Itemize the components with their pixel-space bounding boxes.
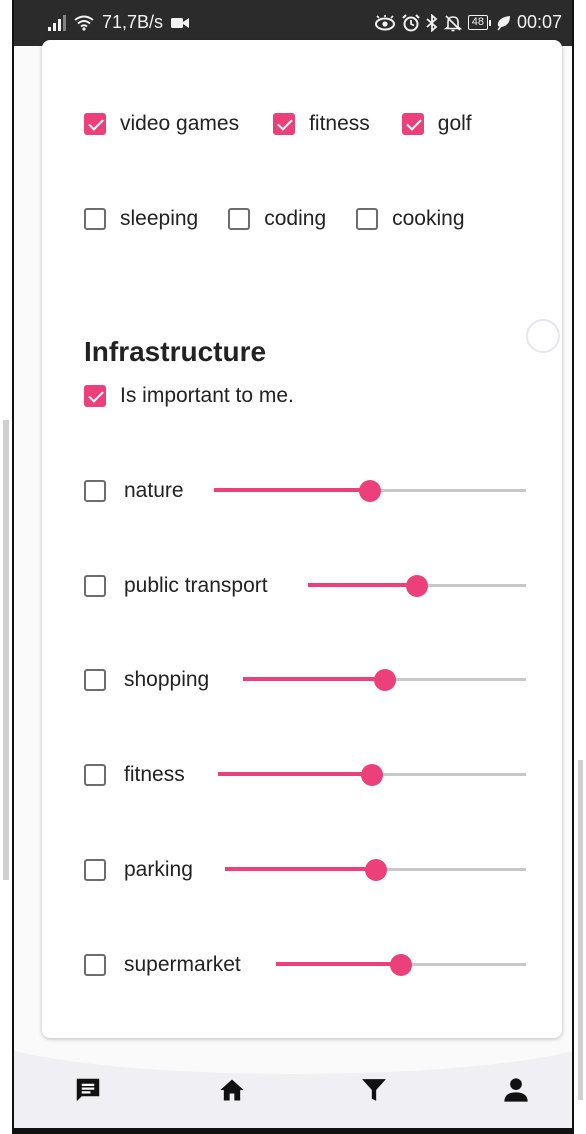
important-checkbox[interactable] bbox=[84, 385, 106, 407]
infrastructure-label: shopping bbox=[124, 668, 210, 691]
importance-slider[interactable] bbox=[214, 479, 526, 503]
slider-active-track bbox=[225, 867, 376, 871]
hobby-checkbox[interactable] bbox=[84, 113, 106, 135]
hobby-label: golf bbox=[437, 112, 472, 135]
infrastructure-label: supermarket bbox=[124, 953, 241, 976]
preferences-card: video games fitness golf sleeping coding bbox=[42, 40, 562, 1038]
important-label: Is important to me. bbox=[120, 384, 294, 407]
hobby-row-1: video games fitness golf bbox=[84, 112, 472, 136]
slider-active-track bbox=[276, 962, 401, 966]
infrastructure-label: parking bbox=[124, 858, 193, 881]
hobby-label: sleeping bbox=[120, 207, 199, 230]
infrastructure-checkbox[interactable] bbox=[84, 575, 106, 597]
bottom-navigation bbox=[14, 1044, 572, 1128]
hobby-label: fitness bbox=[309, 112, 370, 135]
bluetooth-icon bbox=[426, 13, 438, 32]
status-time: 00:07 bbox=[516, 12, 562, 32]
eye-icon bbox=[374, 14, 395, 30]
hobby-label: coding bbox=[264, 207, 327, 230]
importance-slider[interactable] bbox=[308, 574, 526, 598]
nav-background-curve bbox=[14, 1044, 572, 1074]
importance-slider[interactable] bbox=[225, 858, 526, 882]
slider-thumb[interactable] bbox=[390, 954, 412, 976]
signal-icon bbox=[48, 14, 66, 31]
hobby-label: video games bbox=[120, 112, 240, 135]
network-speed: 71,7B/s bbox=[102, 12, 164, 32]
home-icon[interactable] bbox=[216, 1074, 248, 1106]
loading-spinner bbox=[526, 319, 560, 353]
importance-slider[interactable] bbox=[276, 953, 526, 977]
mute-icon bbox=[443, 14, 462, 31]
battery-level: 48 bbox=[467, 15, 488, 30]
slider-thumb[interactable] bbox=[364, 859, 387, 881]
infrastructure-checkbox[interactable] bbox=[84, 764, 106, 786]
infrastructure-label: fitness bbox=[124, 763, 185, 786]
hobby-option[interactable]: cooking bbox=[356, 207, 465, 231]
infrastructure-label: nature bbox=[124, 479, 184, 502]
leaf-icon bbox=[497, 15, 510, 30]
filter-icon[interactable] bbox=[358, 1074, 390, 1106]
hobby-option[interactable]: golf bbox=[401, 112, 472, 136]
chat-icon[interactable] bbox=[72, 1074, 104, 1106]
hobby-option[interactable]: coding bbox=[228, 207, 326, 231]
video-camera-icon bbox=[171, 17, 190, 28]
phone-screen: 71,7B/s 48 00:07 video games fitness gol… bbox=[14, 0, 572, 1128]
infrastructure-row: nature bbox=[84, 476, 526, 506]
bottom-window-edge bbox=[12, 1128, 572, 1134]
person-icon[interactable] bbox=[500, 1074, 532, 1106]
slider-thumb[interactable] bbox=[406, 575, 428, 597]
hobby-checkbox[interactable] bbox=[273, 113, 296, 135]
hobby-option[interactable]: sleeping bbox=[84, 207, 198, 231]
infrastructure-row: fitness bbox=[84, 760, 526, 790]
hobby-checkbox[interactable] bbox=[356, 208, 379, 230]
battery-icon: 48 bbox=[467, 15, 491, 30]
infrastructure-label: public transport bbox=[124, 574, 268, 597]
hobby-checkbox[interactable] bbox=[84, 208, 106, 230]
importance-slider[interactable] bbox=[243, 668, 526, 692]
important-option[interactable]: Is important to me. bbox=[84, 384, 294, 408]
infrastructure-checkbox[interactable] bbox=[84, 480, 106, 502]
section-title: Infrastructure bbox=[84, 336, 267, 367]
slider-active-track bbox=[308, 583, 417, 587]
slider-thumb[interactable] bbox=[373, 669, 396, 691]
hobby-row-2: sleeping coding cooking bbox=[84, 207, 465, 231]
infrastructure-row: parking bbox=[84, 855, 526, 885]
slider-active-track bbox=[243, 677, 385, 681]
hobby-option[interactable]: video games bbox=[84, 112, 239, 136]
alarm-icon bbox=[401, 13, 420, 31]
slider-active-track bbox=[214, 488, 370, 492]
slider-active-track bbox=[218, 772, 372, 776]
right-scrollbar[interactable] bbox=[578, 760, 583, 1100]
hobby-checkbox[interactable] bbox=[401, 113, 424, 135]
infrastructure-checkbox[interactable] bbox=[84, 859, 106, 881]
hobby-checkbox[interactable] bbox=[228, 208, 251, 230]
infrastructure-row: supermarket bbox=[84, 950, 526, 980]
infrastructure-checkbox[interactable] bbox=[84, 669, 106, 691]
infrastructure-checkbox[interactable] bbox=[84, 954, 106, 976]
infrastructure-row: shopping bbox=[84, 665, 526, 695]
infrastructure-row: public transport bbox=[84, 571, 526, 601]
slider-thumb[interactable] bbox=[361, 764, 383, 786]
left-window-edge bbox=[0, 0, 14, 1134]
slider-thumb[interactable] bbox=[359, 480, 381, 502]
right-window-edge bbox=[572, 0, 586, 1134]
hobby-option[interactable]: fitness bbox=[273, 112, 370, 136]
wifi-icon bbox=[74, 15, 94, 31]
left-scrollbar[interactable] bbox=[3, 420, 9, 880]
hobby-label: cooking bbox=[392, 207, 465, 230]
importance-slider[interactable] bbox=[218, 763, 526, 787]
